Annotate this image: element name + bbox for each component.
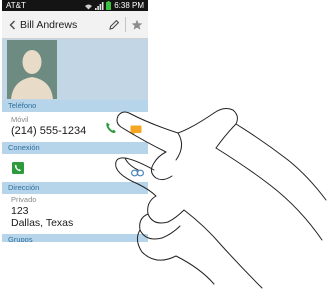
connection-row	[2, 154, 148, 182]
profile-header	[2, 39, 148, 100]
contact-name: Bill Andrews	[20, 18, 78, 31]
section-header-groups: Grupos	[2, 234, 148, 242]
section-header-address: Dirección	[2, 182, 148, 194]
message-icon[interactable]	[130, 123, 142, 141]
phone-number: (214) 555-1234	[11, 125, 87, 137]
signal-icon	[95, 1, 104, 10]
section-header-phone: Teléfono	[2, 100, 148, 112]
address-type-label: Privado	[11, 195, 37, 204]
pencil-icon[interactable]	[103, 11, 125, 38]
phone-app-icon[interactable]	[12, 161, 24, 179]
avatar[interactable]	[7, 40, 57, 99]
status-bar: AT&T 6:38 PM	[2, 0, 148, 11]
call-icon[interactable]	[105, 121, 117, 139]
phone-type-label: Móvil	[11, 115, 29, 124]
link-icon[interactable]	[131, 164, 145, 182]
address-row[interactable]: Privado 123 Dallas, Texas	[2, 194, 148, 234]
person-silhouette-icon	[7, 40, 57, 99]
section-header-connection: Conexión	[2, 142, 148, 154]
phone-row[interactable]: Móvil (214) 555-1234	[2, 112, 148, 142]
address-line-1: 123	[11, 205, 29, 217]
battery-icon	[106, 1, 112, 10]
star-icon[interactable]	[126, 11, 148, 38]
action-bar: Bill Andrews	[2, 11, 148, 39]
clock: 6:38 PM	[114, 1, 144, 10]
phone-screen: AT&T 6:38 PM Bill Andrews Teléfono Móvil…	[2, 0, 148, 242]
address-line-2: Dallas, Texas	[11, 217, 74, 229]
status-icons: 6:38 PM	[84, 0, 144, 11]
wifi-icon	[85, 4, 93, 9]
carrier-label: AT&T	[6, 1, 26, 10]
back-icon[interactable]	[5, 11, 19, 38]
